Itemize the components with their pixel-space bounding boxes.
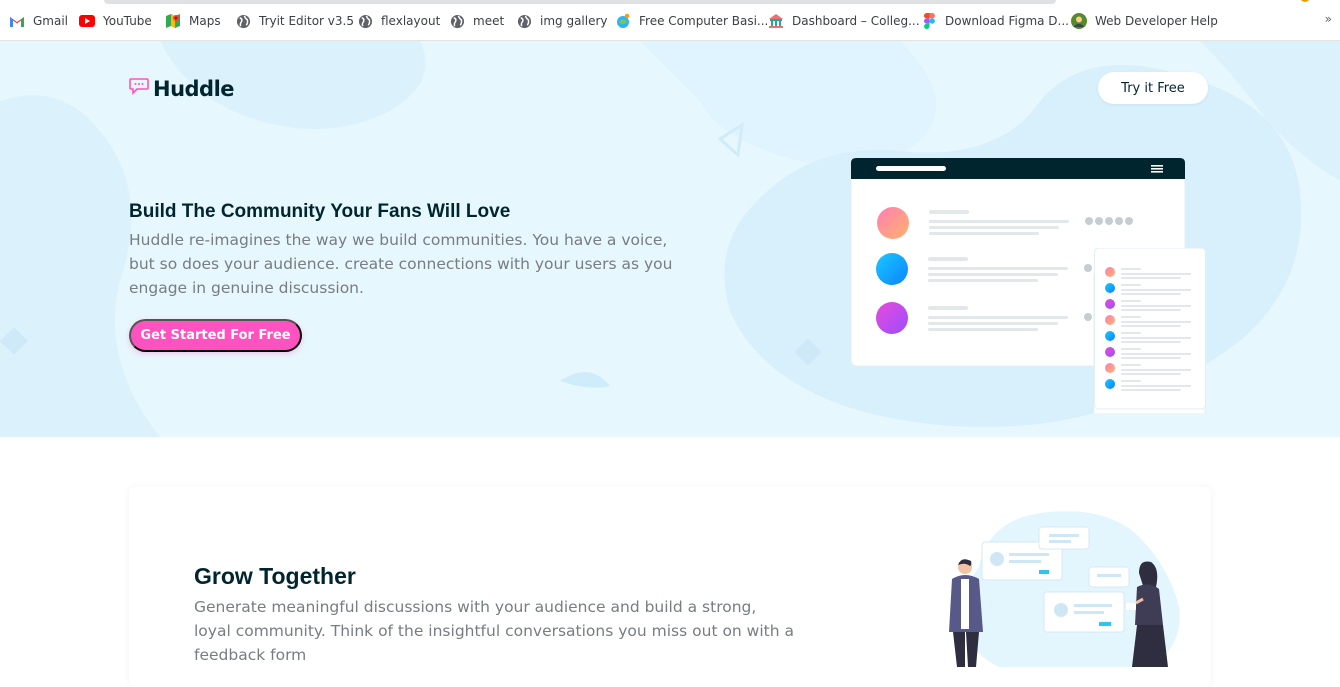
- bookmark-label: flexlayout: [381, 14, 441, 28]
- bookmark-label: Maps: [189, 14, 221, 28]
- hero-description: Huddle re-imagines the way we build comm…: [129, 231, 673, 297]
- bookmark-label: Free Computer Basi...: [639, 14, 769, 28]
- bookmark-youtube[interactable]: YouTube: [79, 12, 152, 30]
- bookmark-meet[interactable]: meet: [449, 12, 504, 30]
- bookmark-tryit-editor[interactable]: Tryit Editor v3.5: [235, 12, 354, 30]
- gcf-icon: [615, 13, 631, 29]
- feature-card-grow-together: Grow Together Generate meaningful discus…: [129, 487, 1211, 687]
- bookmark-label: img gallery: [540, 14, 608, 28]
- try-it-free-button[interactable]: Try it Free: [1098, 72, 1208, 104]
- bookmark-label: Gmail: [33, 14, 69, 28]
- address-bar-edge: [104, 0, 1056, 4]
- bookmark-label: Tryit Editor v3.5: [259, 14, 354, 28]
- bookmark-label: Dashboard – Colleg...: [792, 14, 920, 28]
- bookmark-gmail[interactable]: Gmail: [9, 12, 68, 30]
- bookmark-dashboard-college[interactable]: Dashboard – Colleg...: [768, 12, 920, 30]
- logo-text: Huddle: [153, 77, 235, 101]
- globe-icon: [449, 13, 465, 29]
- chat-list-mockup: [1094, 248, 1206, 410]
- hero-title: Build The Community Your Fans Will Love: [129, 201, 511, 222]
- college-icon: [768, 13, 784, 29]
- feature-description: Generate meaningful discussions with you…: [194, 598, 794, 664]
- bookmarks-bar: Gmail YouTube Maps Tryit Editor v3.5 fle…: [0, 0, 1340, 41]
- youtube-icon: [79, 13, 95, 29]
- feature-title: Grow Together: [194, 563, 356, 589]
- bookmarks-overflow-button[interactable]: »: [1325, 12, 1332, 26]
- bookmark-web-developer-help[interactable]: Web Developer Help: [1071, 12, 1218, 30]
- figma-icon: [921, 13, 937, 29]
- bookmark-img-gallery[interactable]: img gallery: [516, 12, 608, 30]
- bookmark-free-computer-basics[interactable]: Free Computer Basi...: [615, 12, 768, 30]
- huddle-logo[interactable]: Huddle: [129, 77, 235, 101]
- bookmark-label: meet: [473, 14, 505, 28]
- gmail-icon: [9, 13, 25, 29]
- chat-bubble-icon: [129, 77, 149, 101]
- avatar-icon: [1071, 13, 1087, 29]
- profile-indicator: [1300, 0, 1310, 2]
- bookmark-label: Download Figma D...: [945, 14, 1069, 28]
- grow-together-illustration: [949, 511, 1180, 667]
- globe-icon: [516, 13, 532, 29]
- bookmark-figma[interactable]: Download Figma D...: [921, 12, 1069, 30]
- bookmark-maps[interactable]: Maps: [165, 12, 221, 30]
- bookmark-label: Web Developer Help: [1095, 14, 1218, 28]
- bookmark-label: YouTube: [103, 14, 152, 28]
- get-started-button[interactable]: Get Started For Free: [129, 319, 302, 352]
- globe-icon: [357, 13, 373, 29]
- globe-icon: [235, 13, 251, 29]
- bookmark-flexlayout[interactable]: flexlayout: [357, 12, 440, 30]
- maps-icon: [165, 13, 181, 29]
